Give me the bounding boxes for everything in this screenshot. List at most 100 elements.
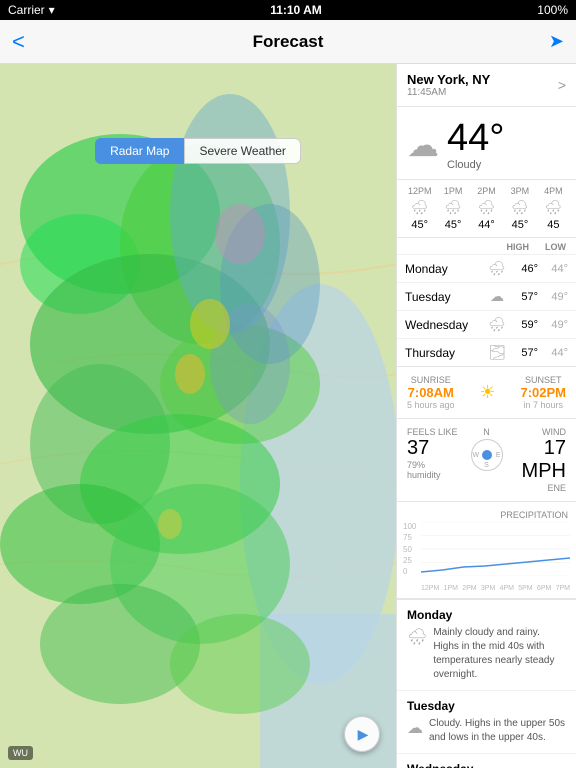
daily-low: 49° xyxy=(538,319,568,331)
hour-temp: 45° xyxy=(445,219,462,231)
daily-day: Wednesday xyxy=(405,318,486,332)
hourly-row: 12PM 🌧 45° 1PM 🌧 45° 2PM 🌧 44° 3PM 🌧 45°… xyxy=(403,186,570,231)
daily-high: 59° xyxy=(508,319,538,331)
current-temperature: 44° xyxy=(447,119,504,157)
daily-high: 57° xyxy=(508,347,538,359)
feels-like-value: 37 xyxy=(407,437,460,460)
day-summary-header: Tuesday xyxy=(407,699,566,713)
daily-icon: 🌧 xyxy=(486,316,508,333)
hour-temp: 45° xyxy=(411,219,428,231)
sunrise-time: 7:08AM xyxy=(407,385,455,400)
hour-icon: 🌧 xyxy=(444,199,462,216)
daily-header-row: HIGH LOW xyxy=(397,238,576,254)
hour-icon: 🌧 xyxy=(478,199,496,216)
hour-temp: 44° xyxy=(478,219,495,231)
precipitation-section: PRECIPITATION 1007550250 12PM1PM2PM3PM4P… xyxy=(397,502,576,599)
daily-icon: 🌫 xyxy=(486,344,508,361)
map-area: Radar Map Severe Weather WU ▶ xyxy=(0,64,396,768)
precip-x-label: 7PM xyxy=(556,585,570,592)
hour-icon: 🌧 xyxy=(511,199,529,216)
daily-row-0: Monday 🌧 46° 44° xyxy=(397,254,576,282)
daily-day: Tuesday xyxy=(405,290,486,304)
day-summary-header: Monday xyxy=(407,608,566,622)
precip-line-chart xyxy=(421,522,570,576)
map-svg xyxy=(0,64,396,768)
location-name: New York, NY xyxy=(407,72,490,87)
daily-high: 57° xyxy=(508,291,538,303)
status-time: 11:10 AM xyxy=(270,3,322,17)
daily-row-1: Tuesday ☁ 57° 49° xyxy=(397,282,576,310)
weather-condition-icon: ☁ xyxy=(407,126,439,164)
page-title: Forecast xyxy=(253,32,324,52)
wifi-icon: ▾ xyxy=(49,3,55,17)
precip-y-label: 50 xyxy=(403,545,416,554)
back-button[interactable]: < xyxy=(12,29,25,55)
hour-label: 12PM xyxy=(408,186,432,196)
daily-day: Thursday xyxy=(405,346,486,360)
location-arrow-icon[interactable]: ➤ xyxy=(549,31,564,52)
precip-x-label: 4PM xyxy=(500,585,514,592)
precip-x-label: 2PM xyxy=(462,585,476,592)
sun-icon: ☀ xyxy=(479,382,495,403)
feels-like-block: FEELS LIKE 37 79% humidity xyxy=(407,427,460,480)
hour-label: 3PM xyxy=(511,186,530,196)
hourly-section: 12PM 🌧 45° 1PM 🌧 45° 2PM 🌧 44° 3PM 🌧 45°… xyxy=(397,180,576,238)
precip-y-label: 75 xyxy=(403,533,416,542)
wind-direction: ENE xyxy=(513,483,566,493)
precipitation-chart: 1007550250 12PM1PM2PM3PM4PM5PM6PM7PM xyxy=(403,522,570,592)
day-summaries-section: Monday 🌧 Mainly cloudy and rainy. Highs … xyxy=(397,599,576,768)
compass-needle xyxy=(482,450,492,460)
day-summary-text: Cloudy. Highs in the upper 50s and lows … xyxy=(429,717,566,745)
sun-section: SUNRISE 7:08AM 5 hours ago ☀ SUNSET 7:02… xyxy=(397,367,576,419)
daily-day: Monday xyxy=(405,262,486,276)
day-summary-row: 🌧 Mainly cloudy and rainy. Highs in the … xyxy=(407,626,566,682)
day-summary-2: Wednesday 🌧 xyxy=(397,754,576,768)
precip-x-axis: 12PM1PM2PM3PM4PM5PM6PM7PM xyxy=(421,585,570,592)
precip-x-label: 3PM xyxy=(481,585,495,592)
status-bar: Carrier ▾ 11:10 AM 100% xyxy=(0,0,576,20)
location-chevron-icon: > xyxy=(558,77,566,93)
hour-item-3: 3PM 🌧 45° xyxy=(503,186,536,231)
daily-row-2: Wednesday 🌧 59° 49° xyxy=(397,310,576,338)
radar-map-tab[interactable]: Radar Map xyxy=(95,138,184,164)
daily-section: HIGH LOW Monday 🌧 46° 44° Tuesday ☁ 57° … xyxy=(397,238,576,367)
right-panel[interactable]: New York, NY 11:45AM > ☁ 44° Cloudy 12PM… xyxy=(396,64,576,768)
details-section: FEELS LIKE 37 79% humidity N S W E WIND … xyxy=(397,419,576,502)
battery-label: 100% xyxy=(537,3,568,17)
sunset-in: in 7 hours xyxy=(520,400,566,410)
daily-high: 46° xyxy=(508,263,538,275)
humidity-label: 79% humidity xyxy=(407,460,460,480)
day-summary-1: Tuesday ☁ Cloudy. Highs in the upper 50s… xyxy=(397,691,576,754)
play-icon: ▶ xyxy=(358,726,369,743)
hour-label: 2PM xyxy=(477,186,496,196)
severe-weather-tab[interactable]: Severe Weather xyxy=(184,138,301,164)
play-button[interactable]: ▶ xyxy=(344,716,380,752)
hour-label: 4PM xyxy=(544,186,563,196)
day-summary-header: Wednesday xyxy=(407,762,566,768)
daily-low-header: LOW xyxy=(545,242,566,252)
hour-item-4: 4PM 🌧 45 xyxy=(537,186,570,231)
map-controls: Radar Map Severe Weather xyxy=(0,138,396,164)
day-summary-icon: ☁ xyxy=(407,717,423,738)
daily-icon: 🌧 xyxy=(486,260,508,277)
location-header[interactable]: New York, NY 11:45AM > xyxy=(397,64,576,107)
sunrise-block: SUNRISE 7:08AM 5 hours ago xyxy=(407,375,455,410)
hour-icon: 🌧 xyxy=(411,199,429,216)
weather-condition-label: Cloudy xyxy=(447,159,504,171)
precip-x-label: 6PM xyxy=(537,585,551,592)
precip-y-label: 0 xyxy=(403,567,416,576)
hour-temp: 45° xyxy=(512,219,529,231)
wind-compass-block: N S W E xyxy=(460,427,513,473)
daily-low: 44° xyxy=(538,347,568,359)
hour-label: 1PM xyxy=(444,186,463,196)
day-summary-row: ☁ Cloudy. Highs in the upper 50s and low… xyxy=(407,717,566,745)
sun-arc: ☀ xyxy=(455,382,521,403)
wu-badge: WU xyxy=(8,746,33,760)
daily-icon: ☁ xyxy=(486,288,508,305)
sunset-block: SUNSET 7:02PM in 7 hours xyxy=(520,375,566,410)
hour-temp: 45 xyxy=(547,219,559,231)
carrier-label: Carrier xyxy=(8,3,45,17)
precip-y-label: 25 xyxy=(403,556,416,565)
sunset-time: 7:02PM xyxy=(520,385,566,400)
precip-title: PRECIPITATION xyxy=(403,510,570,520)
